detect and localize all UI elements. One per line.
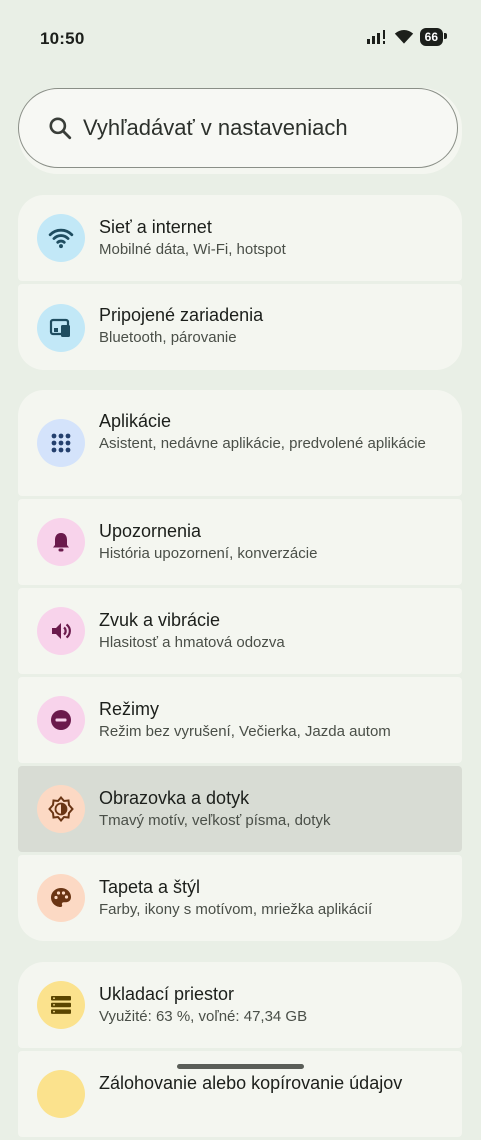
item-title: Režimy: [99, 699, 160, 719]
status-bar: 10:50 66: [0, 0, 481, 70]
wifi-status-icon: [394, 30, 413, 44]
settings-item-apps[interactable]: Aplikácie Asistent, nedávne aplikácie, p…: [18, 390, 462, 496]
settings-group-device: Aplikácie Asistent, nedávne aplikácie, p…: [18, 390, 462, 944]
settings-item-notifications[interactable]: Upozornenia História upozornení, konverz…: [18, 499, 462, 585]
home-indicator[interactable]: [177, 1064, 304, 1069]
item-subtitle: Tmavý motív, veľkosť písma, dotyk: [99, 812, 331, 829]
palette-icon: [37, 874, 85, 922]
search-placeholder: Vyhľadávať v nastaveniach: [83, 115, 348, 140]
item-title: Tapeta a štýl: [99, 877, 201, 897]
search-input[interactable]: Vyhľadávať v nastaveniach: [18, 88, 458, 168]
settings-item-wallpaper[interactable]: Tapeta a štýl Farby, ikony s motívom, mr…: [18, 855, 462, 941]
volume-icon: [37, 607, 85, 655]
item-subtitle: Bluetooth, párovanie: [99, 329, 237, 346]
do-not-disturb-icon: [37, 696, 85, 744]
settings-item-network[interactable]: Sieť a internet Mobilné dáta, Wi-Fi, hot…: [18, 195, 462, 281]
signal-icon: [366, 30, 385, 44]
item-title: Zvuk a vibrácie: [99, 610, 221, 630]
settings-group-connectivity: Sieť a internet Mobilné dáta, Wi-Fi, hot…: [18, 195, 462, 373]
item-subtitle: Režim bez vyrušení, Večierka, Jazda auto…: [99, 723, 391, 740]
item-subtitle: Farby, ikony s motívom, mriežka aplikáci…: [99, 901, 373, 918]
storage-icon: [37, 981, 85, 1029]
wifi-icon: [37, 214, 85, 262]
search-icon: [49, 117, 72, 140]
battery-indicator: 66: [419, 28, 448, 46]
clock: 10:50: [40, 29, 85, 48]
item-title: Aplikácie: [99, 411, 172, 431]
item-title: Obrazovka a dotyk: [99, 788, 250, 808]
item-title: Sieť a internet: [99, 217, 212, 237]
settings-item-connected-devices[interactable]: Pripojené zariadenia Bluetooth, párovani…: [18, 284, 462, 370]
search-container: Vyhľadávať v nastaveniach: [18, 88, 462, 174]
item-subtitle: História upozornení, konverzácie: [99, 545, 318, 562]
brightness-icon: [37, 785, 85, 833]
item-subtitle: Asistent, nedávne aplikácie, predvolené …: [99, 435, 426, 452]
item-title: Pripojené zariadenia: [99, 305, 264, 325]
devices-icon: [37, 304, 85, 352]
settings-item-display[interactable]: Obrazovka a dotyk Tmavý motív, veľkosť p…: [18, 766, 462, 852]
apps-grid-icon: [37, 419, 85, 467]
settings-group-system: Ukladací priestor Využité: 63 %, voľné: …: [18, 962, 462, 1140]
item-title: Zálohovanie alebo kopírovanie údajov: [99, 1073, 403, 1093]
status-icons: 66: [366, 28, 448, 46]
item-subtitle: Hlasitosť a hmatová odozva: [99, 634, 285, 651]
settings-item-sound[interactable]: Zvuk a vibrácie Hlasitosť a hmatová odoz…: [18, 588, 462, 674]
item-subtitle: Využité: 63 %, voľné: 47,34 GB: [99, 1008, 308, 1025]
backup-icon: [37, 1070, 85, 1118]
settings-item-modes[interactable]: Režimy Režim bez vyrušení, Večierka, Jaz…: [18, 677, 462, 763]
item-title: Ukladací priestor: [99, 984, 235, 1004]
item-subtitle: Mobilné dáta, Wi-Fi, hotspot: [99, 241, 286, 258]
item-title: Upozornenia: [99, 521, 202, 541]
bell-icon: [37, 518, 85, 566]
settings-item-storage[interactable]: Ukladací priestor Využité: 63 %, voľné: …: [18, 962, 462, 1048]
